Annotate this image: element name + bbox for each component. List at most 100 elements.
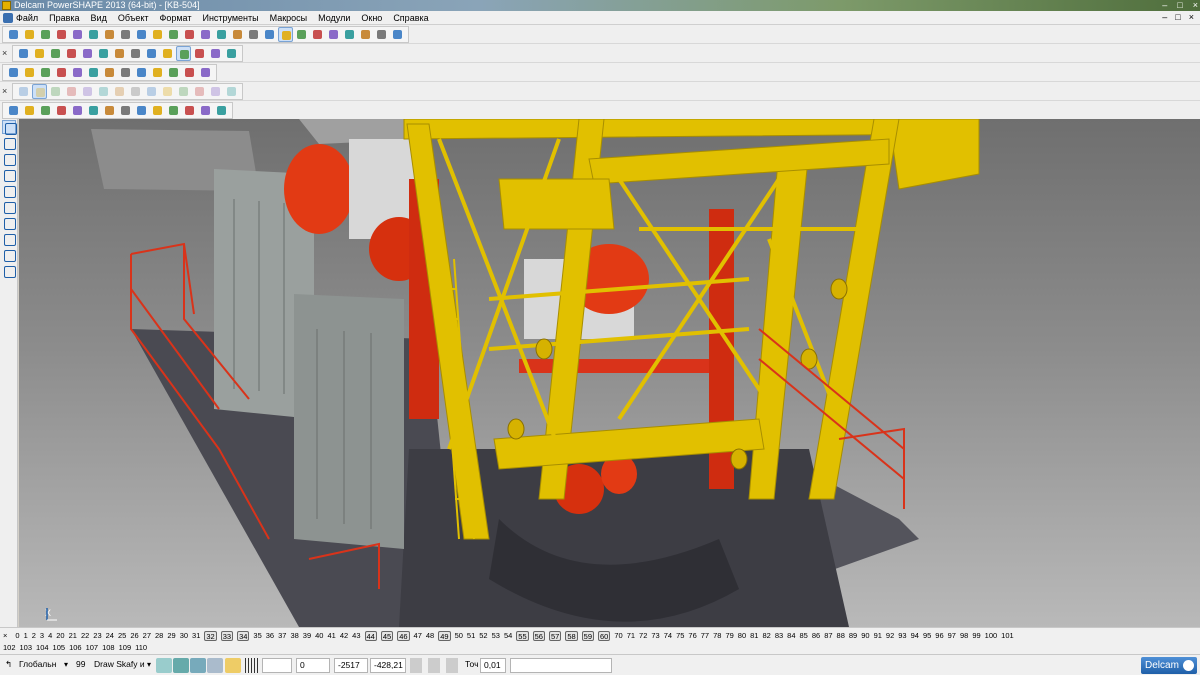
delete-icon[interactable] xyxy=(150,27,165,42)
level-button[interactable]: 104 xyxy=(36,643,49,653)
layer-icon[interactable] xyxy=(224,46,239,61)
view-top-icon[interactable] xyxy=(16,46,31,61)
level-button[interactable]: 59 xyxy=(581,631,594,641)
polyline-tool-icon[interactable] xyxy=(2,168,16,182)
assembly-icon[interactable] xyxy=(150,65,165,80)
level-button[interactable]: 30 xyxy=(180,631,188,641)
level-button[interactable]: 100 xyxy=(985,631,998,641)
level-button[interactable]: 94 xyxy=(911,631,919,641)
info-icon[interactable] xyxy=(166,65,181,80)
level-button[interactable]: 73 xyxy=(651,631,659,641)
level-button[interactable]: 83 xyxy=(775,631,783,641)
level-button[interactable]: 82 xyxy=(762,631,770,641)
pointer-icon[interactable] xyxy=(2,120,17,135)
level-button[interactable]: 36 xyxy=(266,631,274,641)
level-button[interactable]: 60 xyxy=(598,631,611,641)
level-button[interactable]: 55 xyxy=(516,631,529,641)
select-icon[interactable] xyxy=(166,27,181,42)
maximize-button[interactable]: □ xyxy=(1177,0,1182,11)
coord-z-field[interactable]: -428,21 xyxy=(370,658,406,673)
zoom-out-icon[interactable] xyxy=(128,46,143,61)
polygon-tool-icon[interactable] xyxy=(2,200,16,214)
move-icon[interactable] xyxy=(54,103,69,118)
level-button[interactable]: 56 xyxy=(532,631,545,641)
level-button[interactable]: 24 xyxy=(106,631,114,641)
graphics-viewport[interactable]: X xyxy=(19,119,1200,627)
select-arrow-icon[interactable] xyxy=(278,27,293,42)
calculator-icon[interactable] xyxy=(410,658,422,673)
level-button[interactable]: 3 xyxy=(40,631,44,641)
menu-format[interactable]: Формат xyxy=(160,13,192,23)
lock-icon[interactable] xyxy=(225,658,241,673)
solid-tool-icon[interactable] xyxy=(2,232,16,246)
part-copy-icon[interactable] xyxy=(22,103,37,118)
shade-sel-icon[interactable] xyxy=(192,46,207,61)
level-button[interactable]: 46 xyxy=(397,631,410,641)
menu-edit[interactable]: Правка xyxy=(49,13,79,23)
line-icon[interactable] xyxy=(214,27,229,42)
solid-boolean-icon[interactable] xyxy=(112,84,127,99)
level-button[interactable]: 22 xyxy=(81,631,89,641)
curve-tool-icon[interactable] xyxy=(2,248,16,262)
box-icon[interactable] xyxy=(134,65,149,80)
menu-view[interactable]: Вид xyxy=(91,13,107,23)
new-icon[interactable] xyxy=(38,27,53,42)
level-button[interactable]: 70 xyxy=(614,631,622,641)
solid-revolve-icon[interactable] xyxy=(32,84,47,99)
measure2-icon[interactable] xyxy=(198,103,213,118)
coord-y-field[interactable]: -2517 xyxy=(334,658,368,673)
solid-chamfer-icon[interactable] xyxy=(64,84,79,99)
zoom-all-icon[interactable] xyxy=(144,46,159,61)
doc-icon[interactable] xyxy=(38,65,53,80)
snap-box-icon[interactable] xyxy=(190,658,206,673)
level-button[interactable]: 99 xyxy=(972,631,980,641)
level-button[interactable]: 44 xyxy=(364,631,377,641)
solid-cut-icon[interactable] xyxy=(96,84,111,99)
snap-icon[interactable] xyxy=(262,27,277,42)
arc-icon[interactable] xyxy=(310,27,325,42)
level-button[interactable]: 80 xyxy=(738,631,746,641)
model-icon[interactable] xyxy=(6,65,21,80)
level-button[interactable]: 85 xyxy=(800,631,808,641)
sphere-icon[interactable] xyxy=(70,65,85,80)
minimize-button[interactable]: – xyxy=(1162,0,1167,11)
menu-object[interactable]: Объект xyxy=(118,13,149,23)
save-icon[interactable] xyxy=(54,27,69,42)
rotate-icon[interactable] xyxy=(70,103,85,118)
circle-icon[interactable] xyxy=(294,27,309,42)
solid-extrude-icon[interactable] xyxy=(16,84,31,99)
level-button[interactable]: 21 xyxy=(69,631,77,641)
level-button[interactable]: 26 xyxy=(130,631,138,641)
coord-blank-field[interactable] xyxy=(262,658,292,673)
level-button[interactable]: 108 xyxy=(102,643,115,653)
open-icon[interactable] xyxy=(22,27,37,42)
level-button[interactable]: 40 xyxy=(315,631,323,641)
level-button[interactable]: 58 xyxy=(565,631,578,641)
toolbar-close-icon[interactable]: × xyxy=(2,48,7,58)
shade-mode-icon[interactable] xyxy=(176,46,191,61)
solid-hole-icon[interactable] xyxy=(144,84,159,99)
wizard-icon[interactable] xyxy=(6,27,21,42)
view-side-icon[interactable] xyxy=(48,46,63,61)
undo-icon[interactable] xyxy=(182,27,197,42)
solid-icon[interactable] xyxy=(358,27,373,42)
menu-help[interactable]: Справка xyxy=(393,13,428,23)
level-button[interactable]: 109 xyxy=(119,643,132,653)
solid-split-icon[interactable] xyxy=(128,84,143,99)
units-icon[interactable] xyxy=(428,658,440,673)
paste-icon[interactable] xyxy=(134,27,149,42)
level-button[interactable]: 93 xyxy=(898,631,906,641)
level-button[interactable]: 34 xyxy=(237,631,250,641)
arrow-icon[interactable] xyxy=(118,65,133,80)
snap-cube-icon[interactable] xyxy=(207,658,223,673)
level-button[interactable]: 27 xyxy=(143,631,151,641)
spline-icon[interactable] xyxy=(326,27,341,42)
level-button[interactable]: 35 xyxy=(253,631,261,641)
command-input[interactable] xyxy=(510,658,612,673)
level-button[interactable]: 41 xyxy=(327,631,335,641)
level-button[interactable]: 25 xyxy=(118,631,126,641)
level-button[interactable]: 43 xyxy=(352,631,360,641)
level-button[interactable]: 87 xyxy=(824,631,832,641)
level-button[interactable]: 102 xyxy=(3,643,16,653)
close-button[interactable]: × xyxy=(1193,0,1198,11)
